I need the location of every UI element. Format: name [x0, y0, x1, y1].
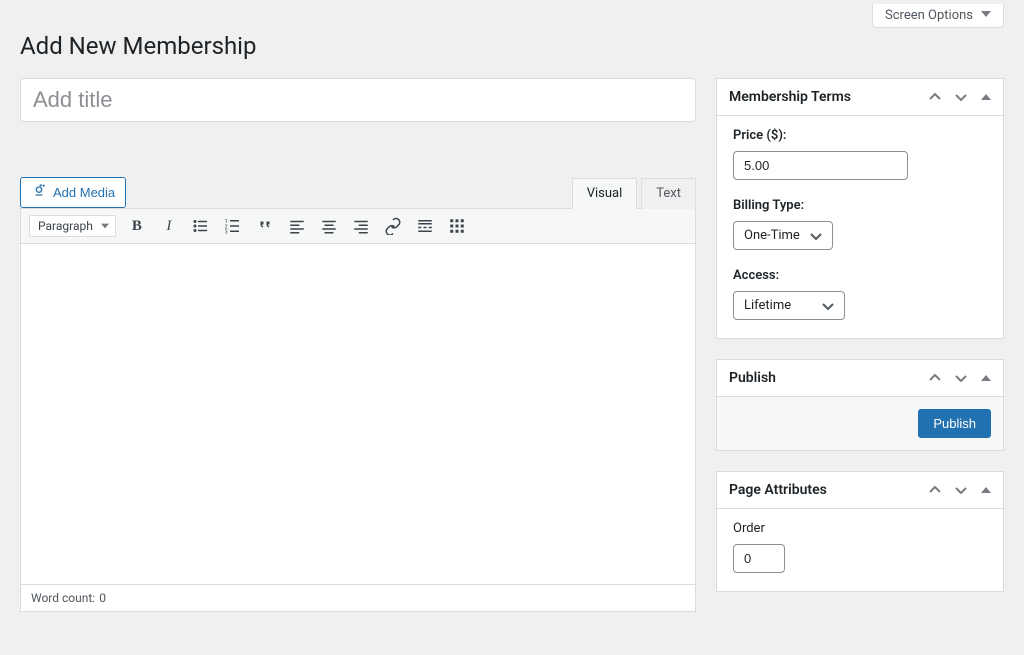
content-editor[interactable]	[21, 244, 695, 584]
link-button[interactable]	[382, 215, 404, 237]
billing-type-select[interactable]: One-Time	[733, 221, 833, 250]
tab-text[interactable]: Text	[641, 178, 696, 209]
access-value: Lifetime	[744, 298, 791, 313]
page-attributes-box: Page Attributes Order	[716, 471, 1004, 592]
add-media-button[interactable]: Add Media	[20, 177, 126, 208]
toggle-panel-icon[interactable]	[981, 375, 991, 381]
format-select-label: Paragraph	[38, 219, 93, 233]
italic-button[interactable]: I	[158, 215, 180, 237]
svg-text:3: 3	[225, 230, 228, 236]
format-select[interactable]: Paragraph	[29, 215, 116, 237]
bullet-list-button[interactable]	[190, 215, 212, 237]
membership-terms-box: Membership Terms Price ($): Billing Type…	[716, 78, 1004, 339]
title-input[interactable]	[20, 78, 696, 122]
tab-text-label: Text	[656, 186, 681, 201]
billing-type-label: Billing Type:	[733, 198, 987, 213]
align-left-button[interactable]	[286, 215, 308, 237]
chevron-down-icon	[981, 8, 991, 23]
editor-box: Paragraph B I 123	[20, 208, 696, 612]
blockquote-button[interactable]	[254, 215, 276, 237]
tab-visual-label: Visual	[587, 186, 623, 201]
chevron-down-icon	[822, 300, 834, 312]
page-title: Add New Membership	[20, 32, 1004, 60]
toolbar-toggle-button[interactable]	[446, 215, 468, 237]
publish-button-label: Publish	[933, 416, 976, 431]
chevron-down-icon	[101, 222, 109, 230]
editor-toolbar: Paragraph B I 123	[21, 209, 695, 244]
order-label: Order	[733, 521, 987, 536]
toggle-panel-icon[interactable]	[981, 487, 991, 493]
move-up-icon[interactable]	[929, 91, 941, 103]
publish-box-title: Publish	[729, 370, 776, 386]
move-down-icon[interactable]	[955, 91, 967, 103]
word-count-label: Word count:	[31, 591, 95, 605]
move-down-icon[interactable]	[955, 372, 967, 384]
price-input[interactable]	[733, 151, 908, 180]
add-media-label: Add Media	[53, 185, 115, 200]
move-up-icon[interactable]	[929, 484, 941, 496]
move-up-icon[interactable]	[929, 372, 941, 384]
toggle-panel-icon[interactable]	[981, 94, 991, 100]
bold-button[interactable]: B	[126, 215, 148, 237]
screen-options-label: Screen Options	[885, 8, 973, 23]
align-right-button[interactable]	[350, 215, 372, 237]
page-attributes-title: Page Attributes	[729, 482, 827, 498]
screen-options-button[interactable]: Screen Options	[872, 4, 1004, 28]
billing-type-value: One-Time	[744, 228, 800, 243]
publish-box: Publish Publish	[716, 359, 1004, 451]
price-label: Price ($):	[733, 128, 987, 143]
publish-button[interactable]: Publish	[918, 409, 991, 438]
move-down-icon[interactable]	[955, 484, 967, 496]
align-center-button[interactable]	[318, 215, 340, 237]
word-count-value: 0	[99, 591, 106, 605]
chevron-down-icon	[810, 230, 822, 242]
tab-visual[interactable]: Visual	[572, 178, 638, 209]
editor-status-bar: Word count: 0	[21, 584, 695, 611]
access-label: Access:	[733, 268, 987, 283]
media-icon	[31, 183, 47, 202]
membership-terms-title: Membership Terms	[729, 89, 851, 105]
order-input[interactable]	[733, 544, 785, 573]
access-select[interactable]: Lifetime	[733, 291, 845, 320]
numbered-list-button[interactable]: 123	[222, 215, 244, 237]
read-more-button[interactable]	[414, 215, 436, 237]
